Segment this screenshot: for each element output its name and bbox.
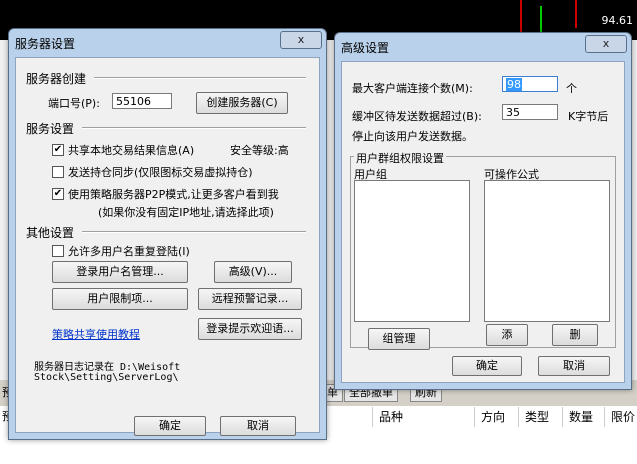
position-sync-checkbox[interactable] (52, 166, 64, 178)
advanced-dialog-title: 高级设置 (341, 41, 390, 55)
formula-list[interactable] (484, 180, 610, 322)
stop-sending-text: 停止向该用户发送数据。 (352, 130, 473, 143)
port-label: 端口号(P): (48, 97, 100, 110)
divider (82, 231, 306, 233)
login-welcome-button[interactable]: 登录提示欢迎语... (198, 318, 302, 340)
buffer-label: 缓冲区待发送数据超过(B): (352, 110, 482, 123)
column-header-limit-price[interactable]: 限价 (604, 407, 637, 427)
remote-alert-log-button[interactable]: 远程预警记录... (198, 288, 302, 310)
share-results-label: 共享本地交易结果信息(A) (68, 144, 195, 157)
share-results-checkbox[interactable]: ✔ (52, 144, 64, 156)
close-icon[interactable]: x (585, 35, 627, 53)
share-tutorial-link[interactable]: 策略共享使用教程 (52, 326, 140, 342)
advanced-dialog-body: 最大客户端连接个数(M): 98 个 缓冲区待发送数据超过(B): 35 K字节… (341, 61, 625, 383)
position-sync-label: 发送持仓同步(仅限图标交易虚拟持仓) (68, 166, 253, 179)
divider (82, 127, 306, 129)
p2p-mode-label: 使用策略服务器P2P模式,让更多客户看到我 (68, 188, 279, 201)
max-connections-value: 98 (506, 78, 522, 91)
section-server-create: 服务器创建 (26, 72, 87, 86)
cancel-button[interactable]: 取消 (220, 416, 296, 436)
buffer-unit: K字节后 (568, 110, 609, 123)
advanced-settings-dialog: 高级设置 x 最大客户端连接个数(M): 98 个 缓冲区待发送数据超过(B):… (334, 32, 632, 390)
server-dialog-titlebar[interactable]: 服务器设置 x (9, 29, 326, 57)
port-input[interactable]: 55106 (112, 93, 172, 109)
column-header-symbol[interactable]: 品种 (372, 407, 479, 427)
log-path-line-2: Stock\Setting\ServerLog\ (34, 372, 179, 383)
p2p-note: (如果你没有固定IP地址,请选择此项) (98, 206, 274, 219)
login-user-manage-button[interactable]: 登录用户名管理... (52, 261, 188, 283)
cancel-button[interactable]: 取消 (538, 356, 610, 376)
allow-duplicate-login-checkbox[interactable] (52, 245, 64, 257)
chart-candle (575, 0, 577, 28)
group-manage-button[interactable]: 组管理 (368, 328, 430, 350)
advanced-button[interactable]: 高级(V)... (214, 261, 292, 283)
log-path-line-1: 服务器日志记录在 D:\Weisoft (34, 362, 181, 373)
create-server-button[interactable]: 创建服务器(C) (196, 92, 288, 114)
ok-button[interactable]: 确定 (452, 356, 522, 376)
security-level-label: 安全等级:高 (230, 144, 289, 157)
price-label: 94.61 (601, 14, 634, 27)
p2p-mode-checkbox[interactable]: ✔ (52, 188, 64, 200)
user-group-permissions-title: 用户群组权限设置 (354, 150, 446, 166)
add-button[interactable]: 添 (486, 324, 528, 346)
column-header-direction[interactable]: 方向 (474, 407, 521, 427)
advanced-dialog-titlebar[interactable]: 高级设置 x (335, 33, 631, 61)
max-connections-unit: 个 (566, 82, 577, 95)
max-connections-input[interactable]: 98 (502, 76, 558, 92)
column-header-type[interactable]: 类型 (518, 407, 565, 427)
server-settings-dialog: 服务器设置 x 服务器创建 端口号(P): 55106 创建服务器(C) 服务设… (8, 28, 327, 440)
section-service-settings: 服务设置 (26, 122, 75, 136)
user-limit-button[interactable]: 用户限制项... (52, 288, 188, 310)
allow-duplicate-login-label: 允许多用户名重复登陆(I) (68, 245, 190, 258)
user-group-list[interactable] (354, 180, 470, 322)
max-connections-label: 最大客户端连接个数(M): (352, 82, 473, 95)
column-header-quantity[interactable]: 数量 (562, 407, 607, 427)
section-other-settings: 其他设置 (26, 226, 75, 240)
server-dialog-body: 服务器创建 端口号(P): 55106 创建服务器(C) 服务设置 ✔ 共享本地… (15, 57, 320, 436)
delete-button[interactable]: 删 (552, 324, 598, 346)
server-dialog-title: 服务器设置 (15, 37, 76, 51)
ok-button[interactable]: 确定 (134, 416, 206, 436)
close-icon[interactable]: x (280, 31, 322, 49)
buffer-input[interactable]: 35 (502, 104, 558, 120)
divider (94, 77, 306, 79)
